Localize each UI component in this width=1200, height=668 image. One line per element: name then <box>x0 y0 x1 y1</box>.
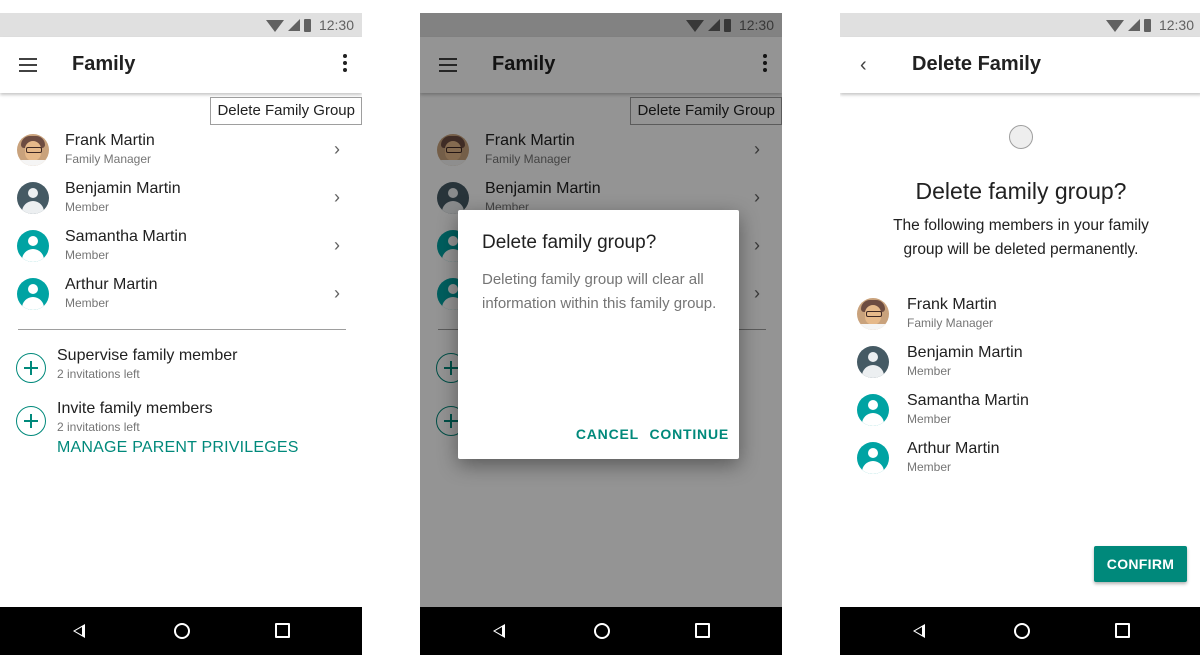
member-item-benjamin[interactable]: Benjamin Martin Member › <box>0 175 362 223</box>
delete-confirmation-dialog: Delete family group? Deleting family gro… <box>458 210 739 459</box>
chevron-right-icon: › <box>334 283 340 303</box>
status-bar: 12:30 <box>0 13 362 37</box>
member-item-benjamin: Benjamin Martin Member <box>840 339 1200 387</box>
status-time: 12:30 <box>1158 17 1194 33</box>
person-icon <box>857 442 889 474</box>
recents-nav-icon[interactable] <box>275 623 290 638</box>
battery-icon <box>1143 18 1151 32</box>
member-name: Arthur Martin <box>907 440 1000 457</box>
avatar <box>17 134 49 166</box>
continue-button[interactable]: CONTINUE <box>649 426 729 442</box>
person-icon <box>17 230 49 262</box>
back-nav-icon[interactable] <box>493 624 505 638</box>
back-nav-icon[interactable] <box>73 624 85 638</box>
chevron-right-icon: › <box>334 139 340 159</box>
member-item-arthur[interactable]: Arthur Martin Member › <box>0 271 362 319</box>
confirm-heading: Delete family group? <box>915 178 1127 204</box>
status-time: 12:30 <box>318 17 354 33</box>
member-name: Benjamin Martin <box>65 180 181 197</box>
person-icon <box>857 394 889 426</box>
action-title: Supervise family member <box>57 347 238 364</box>
more-vert-icon[interactable] <box>342 54 348 76</box>
person-icon <box>857 346 889 378</box>
signal-icon <box>1127 19 1140 31</box>
back-arrow-icon[interactable]: ‹ <box>860 54 867 77</box>
home-nav-icon[interactable] <box>1014 623 1030 639</box>
member-role: Member <box>907 460 952 474</box>
signal-icon <box>287 19 300 31</box>
action-subtitle: 2 invitations left <box>57 367 140 381</box>
member-name: Frank Martin <box>65 132 155 149</box>
member-role: Member <box>907 364 952 378</box>
avatar <box>857 298 889 330</box>
member-role: Family Manager <box>65 152 152 166</box>
invite-family-members-button[interactable]: Invite family members 2 invitations left <box>0 396 362 444</box>
cancel-button[interactable]: CANCEL <box>576 426 639 442</box>
supervise-family-member-button[interactable]: Supervise family member 2 invitations le… <box>0 343 362 391</box>
member-item-frank[interactable]: Frank Martin Family Manager › <box>0 127 362 175</box>
add-circle-icon <box>16 406 46 436</box>
person-icon <box>17 278 49 310</box>
chevron-right-icon: › <box>334 187 340 207</box>
dialog-body: Deleting family group will clear all inf… <box>482 271 717 312</box>
chevron-right-icon: › <box>334 235 340 255</box>
member-role: Member <box>65 296 110 310</box>
progress-spinner-icon <box>1009 125 1033 149</box>
person-icon <box>17 182 49 214</box>
member-item-frank: Frank Martin Family Manager <box>840 291 1200 339</box>
recents-nav-icon[interactable] <box>695 623 710 638</box>
phone-family-screen: 12:30 Family Delete Family Group Frank M… <box>0 13 362 655</box>
member-name: Samantha Martin <box>65 228 187 245</box>
menu-icon[interactable] <box>19 58 37 72</box>
status-bar: 12:30 <box>840 13 1200 37</box>
member-role: Member <box>65 248 110 262</box>
recents-nav-icon[interactable] <box>1115 623 1130 638</box>
member-item-arthur: Arthur Martin Member <box>840 435 1200 483</box>
confirm-body: The following members in your family gro… <box>893 217 1149 258</box>
member-item-samantha[interactable]: Samantha Martin Member › <box>0 223 362 271</box>
add-circle-icon <box>16 353 46 383</box>
navigation-bar <box>0 607 362 655</box>
back-nav-icon[interactable] <box>913 624 925 638</box>
member-name: Benjamin Martin <box>907 344 1023 361</box>
action-title: Invite family members <box>57 400 213 417</box>
member-list: Frank Martin Family Manager › Benjamin M… <box>0 127 362 319</box>
battery-icon <box>303 18 311 32</box>
app-bar: ‹ Delete Family <box>840 37 1200 93</box>
dialog-title: Delete family group? <box>482 232 657 253</box>
member-name: Samantha Martin <box>907 392 1029 409</box>
confirm-button[interactable]: CONFIRM <box>1094 546 1187 582</box>
wifi-icon <box>265 20 284 32</box>
member-name: Frank Martin <box>907 296 997 313</box>
member-item-samantha: Samantha Martin Member <box>840 387 1200 435</box>
home-nav-icon[interactable] <box>174 623 190 639</box>
phone-delete-dialog: 12:30 Family Delete Family Group Frank M… <box>420 13 782 655</box>
manage-parent-privileges-link[interactable]: MANAGE PARENT PRIVILEGES <box>57 439 299 457</box>
home-nav-icon[interactable] <box>594 623 610 639</box>
action-subtitle: 2 invitations left <box>57 420 140 434</box>
delete-family-group-menu-item[interactable]: Delete Family Group <box>210 97 362 125</box>
member-role: Family Manager <box>907 316 994 330</box>
member-name: Arthur Martin <box>65 276 158 293</box>
phone-delete-family-screen: 12:30 ‹ Delete Family Delete family grou… <box>840 13 1200 655</box>
divider <box>18 329 346 330</box>
page-title: Family <box>72 53 136 75</box>
app-bar: Family <box>0 37 362 93</box>
page-title: Delete Family <box>912 53 1041 75</box>
member-role: Member <box>907 412 952 426</box>
navigation-bar <box>840 607 1200 655</box>
navigation-bar <box>420 607 782 655</box>
member-role: Member <box>65 200 110 214</box>
member-list: Frank Martin Family Manager Benjamin Mar… <box>840 291 1200 483</box>
wifi-icon <box>1105 20 1124 32</box>
